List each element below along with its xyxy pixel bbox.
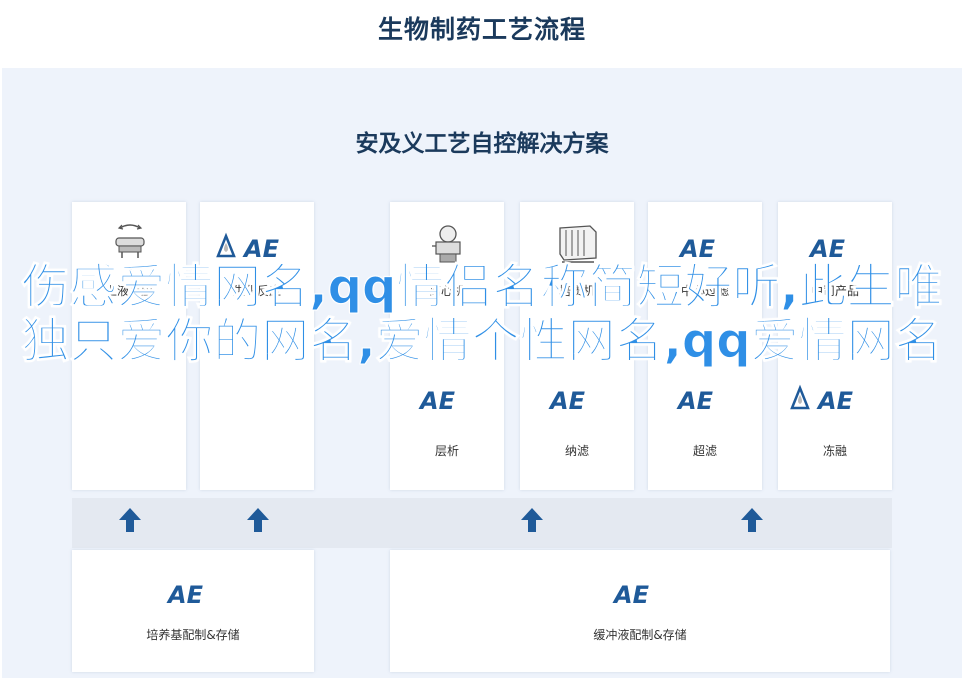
ae-logo-icon: AE xyxy=(548,384,608,414)
ae-logo-icon: AE xyxy=(212,232,302,262)
step-label-ultrafiltration: 超滤 xyxy=(692,444,717,458)
step-label-nanofiltration: 纳滤 xyxy=(564,444,589,458)
svg-text:AE: AE xyxy=(166,581,204,608)
ae-logo-icon: AE xyxy=(166,578,226,608)
svg-text:AE: AE xyxy=(808,235,846,262)
svg-text:AE: AE xyxy=(612,581,650,608)
up-arrow-icon xyxy=(521,508,543,532)
svg-text:AE: AE xyxy=(418,387,456,414)
panel-title: 安及义工艺自控解决方案 xyxy=(355,131,609,157)
svg-text:AE: AE xyxy=(816,387,854,414)
ae-logo-icon: AE xyxy=(808,232,868,262)
up-arrow-icon xyxy=(119,508,141,532)
svg-text:AE: AE xyxy=(678,235,716,262)
card-label: 培养基配制&存储 xyxy=(146,628,240,642)
up-arrow-icon xyxy=(247,508,269,532)
svg-text:AE: AE xyxy=(676,387,714,414)
card-media-prep[interactable]: AE 培养基配制&存储 xyxy=(72,550,314,672)
page-title: 生物制药工艺流程 xyxy=(377,15,586,44)
card-label: 缓冲液配制&存储 xyxy=(593,628,687,642)
ae-logo-icon: AE xyxy=(418,384,478,414)
ae-logo-icon: AE xyxy=(786,384,876,414)
flow-arrow-row xyxy=(72,498,892,548)
stirred-tank-icon xyxy=(110,222,150,260)
step-label-chromatography: 层析 xyxy=(434,444,459,458)
step-label-freeze-thaw: 冻融 xyxy=(822,444,847,458)
up-arrow-icon xyxy=(741,508,763,532)
svg-text:AE: AE xyxy=(242,235,280,262)
ae-logo-icon: AE xyxy=(612,578,672,608)
overlay-watermark-text: 伤感爱情网名,qq情侣名称简短好听,此生唯独只爱你的网名,爱情个性网名,qq爱情… xyxy=(21,259,943,369)
ae-logo-icon: AE xyxy=(676,384,736,414)
ae-logo-icon: AE xyxy=(678,232,738,262)
process-panel: 安及义工艺自控解决方案 上液反应 AE 生化反应 离心机 培质机 AE 中心过滤… xyxy=(2,68,962,678)
card-buffer-prep[interactable]: AE 缓冲液配制&存储 xyxy=(390,550,890,672)
svg-text:AE: AE xyxy=(548,387,586,414)
